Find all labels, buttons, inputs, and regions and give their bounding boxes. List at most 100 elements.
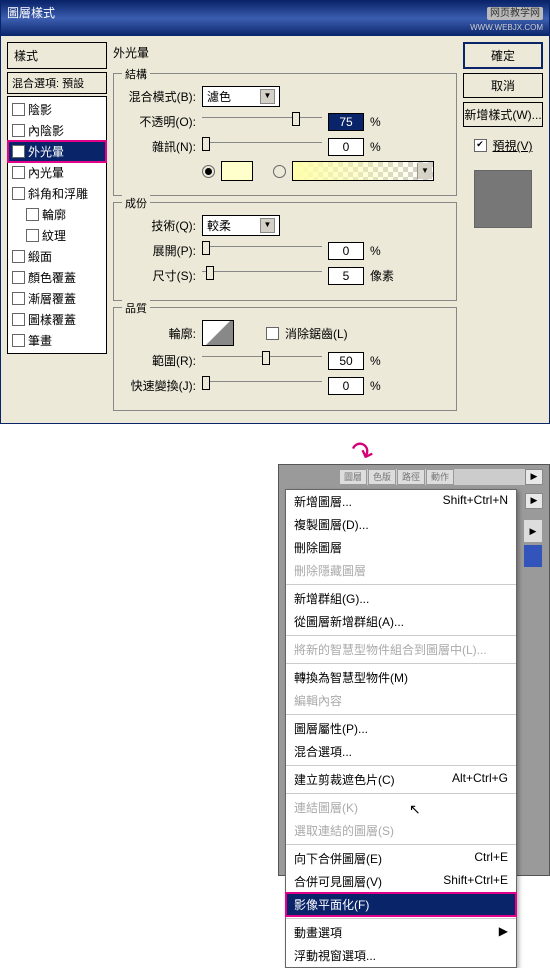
style-checkbox[interactable] (12, 292, 25, 305)
style-label: 內陰影 (28, 122, 64, 139)
menu-separator (286, 793, 516, 794)
style-item[interactable]: 漸層覆蓋 (8, 288, 106, 309)
style-checkbox[interactable] (12, 334, 25, 347)
antialias-checkbox[interactable] (266, 327, 279, 340)
noise-slider[interactable] (202, 142, 322, 157)
menu-item[interactable]: 影像平面化(F) (286, 893, 516, 916)
style-checkbox[interactable] (12, 166, 25, 179)
menu-item[interactable]: 刪除圖層 (286, 536, 516, 559)
panel-tab[interactable]: 圖層 (339, 469, 367, 485)
cancel-button[interactable]: 取消 (463, 73, 543, 98)
style-item[interactable]: 顏色覆蓋 (8, 267, 106, 288)
style-item[interactable]: ✔外光暈 (8, 141, 106, 162)
gradient-radio[interactable] (273, 165, 286, 178)
panel-menu-button[interactable]: ▶ (525, 469, 543, 485)
style-item[interactable]: 內陰影 (8, 120, 106, 141)
spread-unit: % (370, 244, 381, 258)
menu-item[interactable]: 動畫選項▶ (286, 921, 516, 944)
menu-item[interactable]: 建立剪裁遮色片(C)Alt+Ctrl+G (286, 768, 516, 791)
color-swatch[interactable] (221, 161, 253, 181)
menu-item-shortcut: Shift+Ctrl+E (443, 873, 508, 890)
style-item[interactable]: 斜角和浮雕 (8, 183, 106, 204)
ok-button[interactable]: 確定 (463, 42, 543, 69)
blend-options-item[interactable]: 混合選項: 預設 (7, 72, 107, 94)
style-checkbox[interactable] (26, 229, 39, 242)
style-label: 內光暈 (28, 164, 64, 181)
style-checkbox[interactable] (12, 187, 25, 200)
style-checkbox[interactable] (12, 313, 25, 326)
opacity-input[interactable]: 75 (328, 113, 364, 131)
panel-tab[interactable]: 動作 (426, 469, 454, 485)
panel-tab[interactable]: 路徑 (397, 469, 425, 485)
layer-row[interactable]: ▶ (523, 519, 543, 543)
style-item[interactable]: 內光暈 (8, 162, 106, 183)
menu-item-label: 圖層屬性(P)... (294, 720, 368, 737)
color-radio[interactable] (202, 165, 215, 178)
spread-slider[interactable] (202, 246, 322, 261)
style-label: 外光暈 (28, 143, 64, 160)
contour-picker[interactable] (202, 320, 234, 346)
menu-item[interactable]: 複製圖層(D)... (286, 513, 516, 536)
menu-item[interactable]: 混合選項... (286, 740, 516, 763)
range-slider[interactable] (202, 356, 322, 371)
size-label: 尺寸(S): (124, 267, 196, 284)
menu-item: 編輯內容 (286, 689, 516, 712)
menu-item[interactable]: 浮動視窗選項... (286, 944, 516, 967)
menu-separator (286, 714, 516, 715)
blend-mode-select[interactable]: 濾色▼ (202, 86, 280, 107)
style-checkbox[interactable] (12, 271, 25, 284)
spread-input[interactable]: 0 (328, 242, 364, 260)
menu-item-label: 浮動視窗選項... (294, 947, 376, 964)
layer-row[interactable] (523, 544, 543, 568)
style-checkbox[interactable] (12, 103, 25, 116)
panel-title: 外光暈 (113, 42, 457, 67)
jitter-unit: % (370, 379, 381, 393)
technique-select[interactable]: 較柔▼ (202, 215, 280, 236)
style-item[interactable]: 筆畫 (8, 330, 106, 351)
style-item[interactable]: 紋理 (8, 225, 106, 246)
chevron-down-icon: ▼ (260, 218, 275, 233)
menu-item[interactable]: 圖層屬性(P)... (286, 717, 516, 740)
chevron-down-icon: ▼ (417, 163, 432, 179)
style-item[interactable]: 圖樣覆蓋 (8, 309, 106, 330)
jitter-label: 快速變換(J): (124, 377, 196, 394)
new-style-button[interactable]: 新增樣式(W)... (463, 102, 543, 127)
preview-label: 預視(V) (493, 137, 533, 154)
menu-item[interactable]: 向下合併圖層(E)Ctrl+E (286, 847, 516, 870)
menu-item-label: 刪除圖層 (294, 539, 342, 556)
menu-item[interactable]: 轉換為智慧型物件(M) (286, 666, 516, 689)
noise-input[interactable]: 0 (328, 138, 364, 156)
contour-label: 輪廓: (124, 325, 196, 342)
style-checkbox[interactable] (26, 208, 39, 221)
menu-item[interactable]: 從圖層新增群組(A)... (286, 610, 516, 633)
panel-tabs[interactable]: 圖層色版路徑動作 (339, 469, 541, 485)
size-unit: 像素 (370, 267, 394, 284)
menu-item[interactable]: 合併可見圖層(V)Shift+Ctrl+E (286, 870, 516, 893)
panel-tab[interactable]: 色版 (368, 469, 396, 485)
styles-heading[interactable]: 樣式 (7, 42, 107, 69)
preview-checkbox[interactable]: ✔ (474, 139, 487, 152)
style-checkbox[interactable]: ✔ (12, 145, 25, 158)
menu-item: 選取連結的圖層(S) (286, 819, 516, 842)
jitter-slider[interactable] (202, 381, 322, 396)
style-item[interactable]: 輪廓 (8, 204, 106, 225)
gradient-picker[interactable]: ▼ (292, 161, 434, 181)
jitter-input[interactable]: 0 (328, 377, 364, 395)
panel-flyout-button[interactable]: ▶ (525, 493, 543, 509)
size-slider[interactable] (202, 271, 322, 286)
range-input[interactable]: 50 (328, 352, 364, 370)
style-checkbox[interactable] (12, 250, 25, 263)
style-checkbox[interactable] (12, 124, 25, 137)
menu-separator (286, 635, 516, 636)
layer-thumbs: ▶ (523, 519, 543, 569)
opacity-slider[interactable] (202, 117, 322, 132)
settings-panel: 外光暈 結構 混合模式(B): 濾色▼ 不透明(O): 75 % 雜訊(N): … (113, 42, 457, 417)
style-item[interactable]: 緞面 (8, 246, 106, 267)
size-input[interactable]: 5 (328, 267, 364, 285)
style-item[interactable]: 陰影 (8, 99, 106, 120)
menu-item-shortcut: Alt+Ctrl+G (452, 771, 508, 788)
menu-item[interactable]: 新增群組(G)... (286, 587, 516, 610)
menu-item-shortcut: Shift+Ctrl+N (443, 493, 508, 510)
menu-item: 將新的智慧型物件組合到圖層中(L)... (286, 638, 516, 661)
menu-item[interactable]: 新增圖層...Shift+Ctrl+N (286, 490, 516, 513)
